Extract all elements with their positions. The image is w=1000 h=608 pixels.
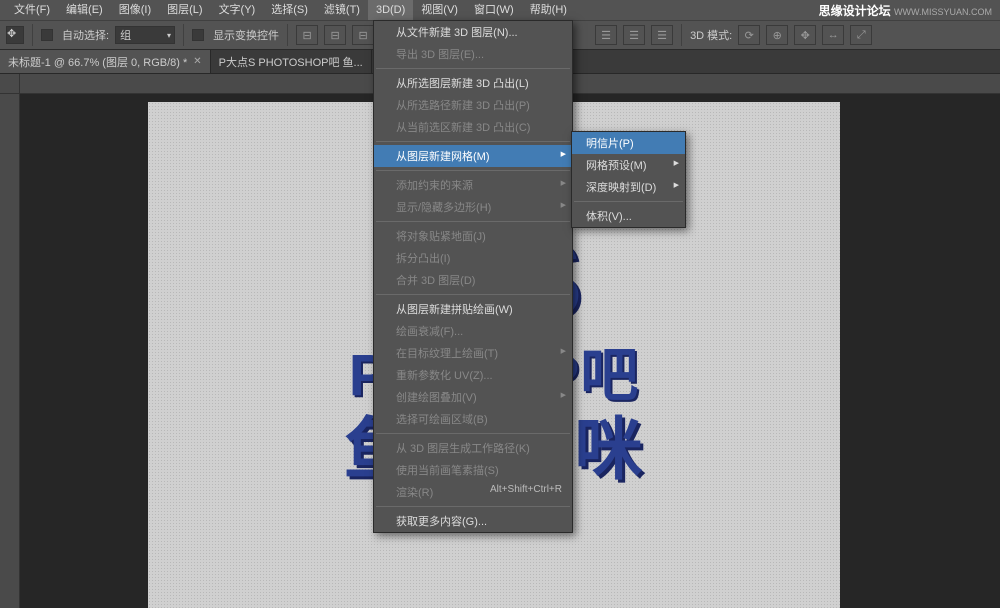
menuitem-new-3d-layer-from-file[interactable]: 从文件新建 3D 图层(N)... <box>374 21 572 43</box>
3d-orbit-icon[interactable]: ⟳ <box>738 25 760 45</box>
menu-file[interactable]: 文件(F) <box>6 0 58 20</box>
transform-checkbox[interactable] <box>192 29 204 41</box>
tab-label: P大点S PHOTOSHOP吧 鱼... <box>219 54 363 70</box>
tab-label: 未标题-1 @ 66.7% (图层 0, RGB/8) * <box>8 54 187 70</box>
menuitem-select-paintable-areas: 选择可绘画区域(B) <box>374 408 572 430</box>
menuitem-paint-falloff: 绘画衰减(F)... <box>374 320 572 342</box>
shortcut-label: Alt+Shift+Ctrl+R <box>490 484 562 495</box>
separator <box>376 141 570 142</box>
menu-type[interactable]: 文字(Y) <box>211 0 264 20</box>
distribute-icon[interactable]: ☰ <box>623 25 645 45</box>
menuitem-merge-3d-layers: 合并 3D 图层(D) <box>374 269 572 291</box>
menuitem-create-painting-overlay: 创建绘图叠加(V) <box>374 386 572 408</box>
distribute-icon[interactable]: ☰ <box>651 25 673 45</box>
move-tool-icon[interactable]: ✥ <box>6 26 24 44</box>
close-icon[interactable]: ✕ <box>193 56 201 67</box>
menu-view[interactable]: 视图(V) <box>413 0 466 20</box>
menu-help[interactable]: 帮助(H) <box>522 0 575 20</box>
align-icon[interactable]: ⊟ <box>324 25 346 45</box>
menu-select[interactable]: 选择(S) <box>263 0 316 20</box>
menuitem-new-3d-extrusion-selection: 从当前选区新建 3D 凸出(C) <box>374 116 572 138</box>
menuitem-new-tiled-painting[interactable]: 从图层新建拼贴绘画(W) <box>374 298 572 320</box>
menuitem-export-3d-layer: 导出 3D 图层(E)... <box>374 43 572 65</box>
menu-window[interactable]: 窗口(W) <box>466 0 522 20</box>
separator <box>376 68 570 69</box>
3d-roll-icon[interactable]: ⊕ <box>766 25 788 45</box>
separator <box>376 170 570 171</box>
separator <box>376 433 570 434</box>
menuitem-get-more-content[interactable]: 获取更多内容(G)... <box>374 510 572 532</box>
tab-document-2[interactable]: P大点S PHOTOSHOP吧 鱼... <box>211 50 372 73</box>
separator <box>574 201 683 202</box>
menu-filter[interactable]: 滤镜(T) <box>316 0 368 20</box>
menuitem-volume[interactable]: 体积(V)... <box>572 205 685 227</box>
menuitem-depth-map-to[interactable]: 深度映射到(D) <box>572 176 685 198</box>
menuitem-add-constraints: 添加约束的来源 <box>374 174 572 196</box>
align-icon[interactable]: ⊟ <box>296 25 318 45</box>
menuitem-snap-to-ground: 将对象贴紧地面(J) <box>374 225 572 247</box>
menuitem-reparameterize-uv: 重新参数化 UV(Z)... <box>374 364 572 386</box>
menuitem-show-hide-polygons: 显示/隐藏多边形(H) <box>374 196 572 218</box>
separator <box>376 506 570 507</box>
menu-3d[interactable]: 3D(D) <box>368 0 413 20</box>
menu-image[interactable]: 图像(I) <box>111 0 159 20</box>
align-icon[interactable]: ⊟ <box>352 25 374 45</box>
separator <box>376 221 570 222</box>
separator <box>376 294 570 295</box>
3d-pan-icon[interactable]: ✥ <box>794 25 816 45</box>
transform-label: 显示变换控件 <box>213 27 279 43</box>
menuitem-paint-on-target: 在目标纹理上绘画(T) <box>374 342 572 364</box>
mode-3d-label: 3D 模式: <box>690 27 732 43</box>
ruler-origin[interactable] <box>0 74 20 94</box>
submenu-new-mesh: 明信片(P) 网格预设(M) 深度映射到(D) 体积(V)... <box>571 131 686 228</box>
autoselect-checkbox[interactable] <box>41 29 53 41</box>
menu-edit[interactable]: 编辑(E) <box>58 0 111 20</box>
menuitem-postcard[interactable]: 明信片(P) <box>572 132 685 154</box>
divider <box>681 24 682 46</box>
ruler-vertical[interactable] <box>0 94 20 608</box>
menuitem-new-mesh-from-layer[interactable]: 从图层新建网格(M) <box>374 145 572 167</box>
watermark-title: 思缘设计论坛 <box>819 4 891 18</box>
divider <box>287 24 288 46</box>
3d-scale-icon[interactable]: ⤢ <box>850 25 872 45</box>
divider <box>183 24 184 46</box>
menu-layer[interactable]: 图层(L) <box>159 0 210 20</box>
autoselect-dropdown[interactable]: 组 <box>115 26 175 44</box>
tab-document-1[interactable]: 未标题-1 @ 66.7% (图层 0, RGB/8) * ✕ <box>0 50 211 73</box>
autoselect-label: 自动选择: <box>62 27 109 43</box>
3d-slide-icon[interactable]: ↔ <box>822 25 844 45</box>
divider <box>32 24 33 46</box>
distribute-icon[interactable]: ☰ <box>595 25 617 45</box>
menuitem-split-extrusion: 拆分凸出(I) <box>374 247 572 269</box>
menuitem-new-3d-extrusion-path: 从所选路径新建 3D 凸出(P) <box>374 94 572 116</box>
menuitem-render: 渲染(R)Alt+Shift+Ctrl+R <box>374 481 572 503</box>
menuitem-make-work-path: 从 3D 图层生成工作路径(K) <box>374 437 572 459</box>
watermark-url: WWW.MISSYUAN.COM <box>894 7 992 17</box>
menuitem-sketch-with-brush: 使用当前画笔素描(S) <box>374 459 572 481</box>
menuitem-mesh-preset[interactable]: 网格预设(M) <box>572 154 685 176</box>
menu-3d-dropdown: 从文件新建 3D 图层(N)... 导出 3D 图层(E)... 从所选图层新建… <box>373 20 573 533</box>
watermark: 思缘设计论坛 WWW.MISSYUAN.COM <box>819 2 992 19</box>
menuitem-new-3d-extrusion-layer[interactable]: 从所选图层新建 3D 凸出(L) <box>374 72 572 94</box>
